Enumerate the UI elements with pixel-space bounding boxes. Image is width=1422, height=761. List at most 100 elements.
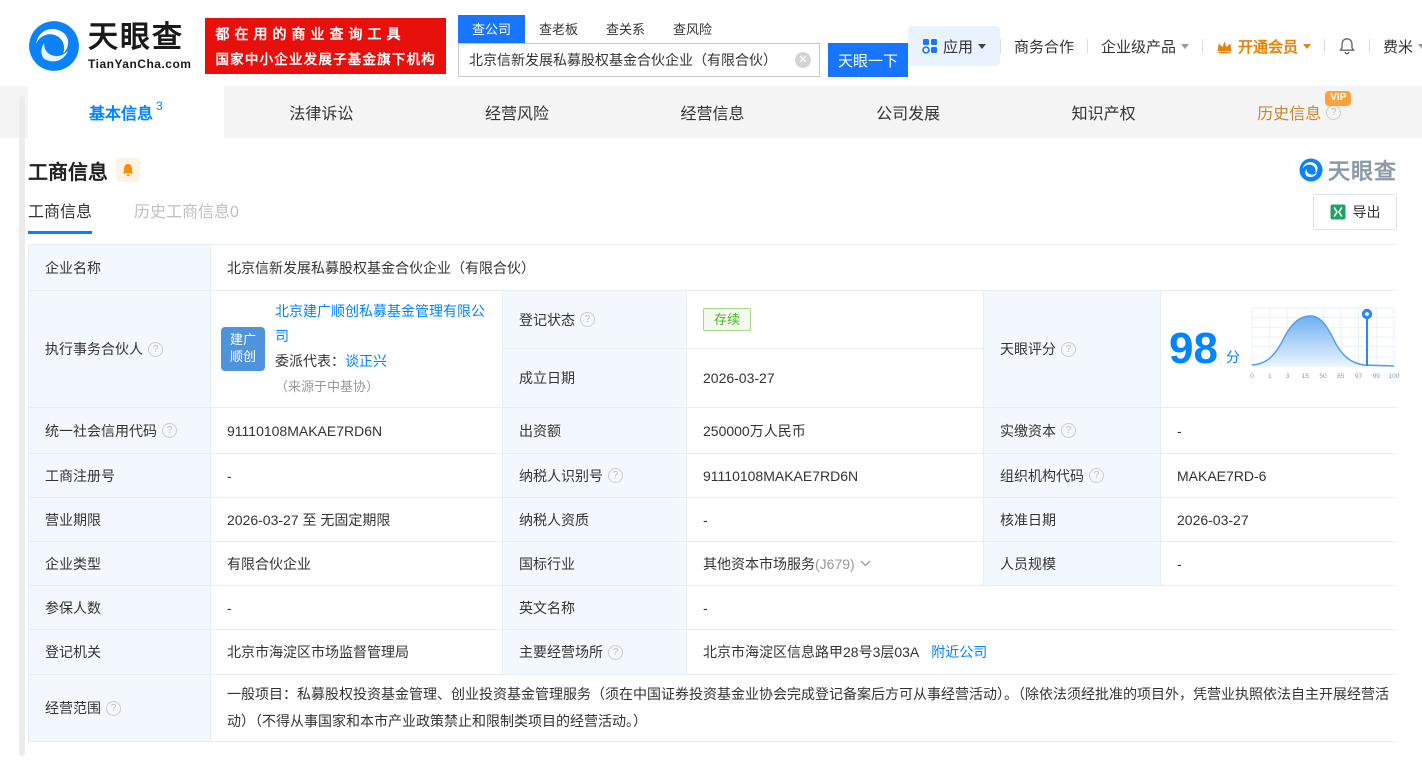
tab-intellectual-property[interactable]: 知识产权 [1006,86,1202,138]
partner-company-link[interactable]: 北京建广顺创私募基金管理有限公司 [275,303,485,344]
menu-cooperation-label: 商务合作 [1014,38,1075,56]
search-tab-boss[interactable]: 查老板 [525,15,592,43]
label-text: 登记机关 [45,644,101,660]
help-icon[interactable]: ? [106,700,121,716]
promo-line1: 都在用的商业查询工具 [215,26,406,42]
field-value-reg-number: - [211,454,502,497]
field-value-business-scope: 一般项目：私募股权投资基金管理、创业投资基金管理服务（须在中国证券投资基金业协会… [211,675,1408,741]
export-button[interactable]: 导出 [1313,194,1397,230]
field-label-reg-authority: 登记机关 [29,630,210,674]
tab-legal-proceedings[interactable]: 法律诉讼 [224,86,420,138]
promo-line2: 国家中小企业发展子基金旗下机构 [215,52,436,67]
menu-apps-label: 应用 [942,38,973,56]
notifications-bell[interactable] [1325,37,1369,55]
menu-user[interactable]: 费米 [1370,36,1422,57]
field-value-approval-date: 2026-03-27 [1161,498,1408,541]
field-label-industry: 国标行业 [503,542,686,585]
field-label-approval-date: 核准日期 [984,498,1160,541]
svg-text:3: 3 [1286,373,1290,380]
field-value-paid-in-capital: - [1161,408,1408,453]
help-icon[interactable]: ? [608,468,623,483]
help-icon[interactable]: ? [1089,468,1104,483]
field-label-business-address: 主要经营场所 ? [503,630,686,674]
menu-cooperation[interactable]: 商务合作 [1001,36,1087,57]
value-text: - [703,599,708,616]
field-value-company-name: 北京信新发展私募股权基金合伙企业（有限合伙） [211,245,1408,290]
field-label-reg-number: 工商注册号 [29,454,210,497]
value-text: 2026-03-27 [703,370,775,386]
label-text: 登记状态 [519,311,575,328]
svg-text:97: 97 [1355,373,1363,380]
help-icon[interactable]: ? [1061,423,1076,438]
field-label-business-term: 营业期限 [29,498,210,541]
top-bar: 天眼查 TianYanCha.com 都在用的商业查询工具 国家中小企业发展子基… [0,0,1422,86]
value-text: 北京市海淀区市场监督管理局 [227,644,409,660]
chevron-down-icon [978,44,986,53]
menu-apps[interactable]: 应用 [907,26,1000,66]
tianyancha-logo[interactable]: 天眼查 TianYanCha.com [28,20,191,72]
label-text: 成立日期 [519,370,575,386]
label-text: 出资额 [519,422,561,439]
label-text: 英文名称 [519,599,575,616]
field-value-company-type: 有限合伙企业 [211,542,502,585]
search-button[interactable]: 天眼一下 [827,43,908,77]
partner-avatar[interactable]: 建广 顺创 [221,327,265,371]
bell-icon [1339,38,1355,55]
label-text: 组织机构代码 [1000,467,1084,484]
label-text: 实缴资本 [1000,422,1056,439]
tianyancha-watermark: 天眼查 [1299,154,1397,186]
menu-enterprise[interactable]: 企业级产品 [1088,36,1202,57]
rep-name-link[interactable]: 谈正兴 [345,353,387,369]
value-text: - [1177,555,1182,572]
help-icon[interactable]: ? [162,423,177,438]
nearby-companies-link[interactable]: 附近公司 [931,642,987,662]
bell-icon [122,164,134,177]
clear-icon[interactable]: ✕ [794,52,811,68]
field-value-insured-count: - [211,586,502,629]
search-tab-company[interactable]: 查公司 [457,15,525,43]
search-input[interactable] [457,43,820,77]
tab-operation-info[interactable]: 经营信息 [615,86,811,138]
search-tab-risk[interactable]: 查风险 [659,15,726,43]
label-text: 核准日期 [1000,511,1056,528]
label-text: 纳税人识别号 [519,467,603,484]
subtab-history-business-info[interactable]: 历史工商信息0 [134,198,239,234]
tab-basic-info[interactable]: 基本信息 3 [28,86,224,138]
monitor-bell-button[interactable] [116,158,140,182]
svg-text:0: 0 [1250,373,1254,380]
field-label-business-scope: 经营范围 ? [29,675,210,741]
excel-icon [1330,204,1345,220]
field-label-english-name: 英文名称 [503,586,686,629]
label-text: 主要经营场所 [519,644,603,660]
tab-intellectual-property-label: 知识产权 [1071,106,1136,123]
label-text: 工商注册号 [45,467,115,484]
help-icon[interactable]: ? [148,341,163,357]
tab-history-info[interactable]: 历史信息 ? VIP [1201,86,1397,138]
field-value-tyc-score[interactable]: 98 分 0 1 3 15 50 85 97 99 100 [1161,291,1408,407]
help-icon[interactable]: ? [1061,341,1076,357]
value-text: - [1177,422,1182,439]
chevron-down-icon [1181,44,1190,53]
promo-banner: 都在用的商业查询工具 国家中小企业发展子基金旗下机构 [205,18,446,74]
label-text: 天眼评分 [1000,341,1056,357]
help-icon[interactable]: ? [580,312,595,327]
value-text: 有限合伙企业 [227,555,311,572]
tab-company-development[interactable]: 公司发展 [810,86,1006,138]
rep-source: （来源于中基协） [275,379,380,395]
tab-operation-risk[interactable]: 经营风险 [419,86,615,138]
score-number: 98 [1169,324,1218,373]
value-text: 91110108MAKAE7RD6N [227,422,383,439]
subtab-business-info[interactable]: 工商信息 [28,198,93,234]
menu-open-vip[interactable]: 开通会员 [1203,36,1324,57]
search-tab-relation[interactable]: 查关系 [592,15,659,43]
svg-text:85: 85 [1337,373,1345,380]
field-label-reg-status: 登记状态 ? [503,291,686,348]
chevron-down-icon[interactable] [860,560,871,567]
help-icon[interactable]: ? [608,644,623,660]
field-value-business-term: 2026-03-27 至 无固定期限 [211,498,502,541]
logo-subtitle: TianYanCha.com [88,56,192,71]
value-text: MAKAE7RD-6 [1177,467,1267,484]
field-value-english-name: - [687,586,1408,629]
menu-open-vip-label: 开通会员 [1238,38,1299,56]
tab-history-info-label: 历史信息 [1257,106,1322,123]
